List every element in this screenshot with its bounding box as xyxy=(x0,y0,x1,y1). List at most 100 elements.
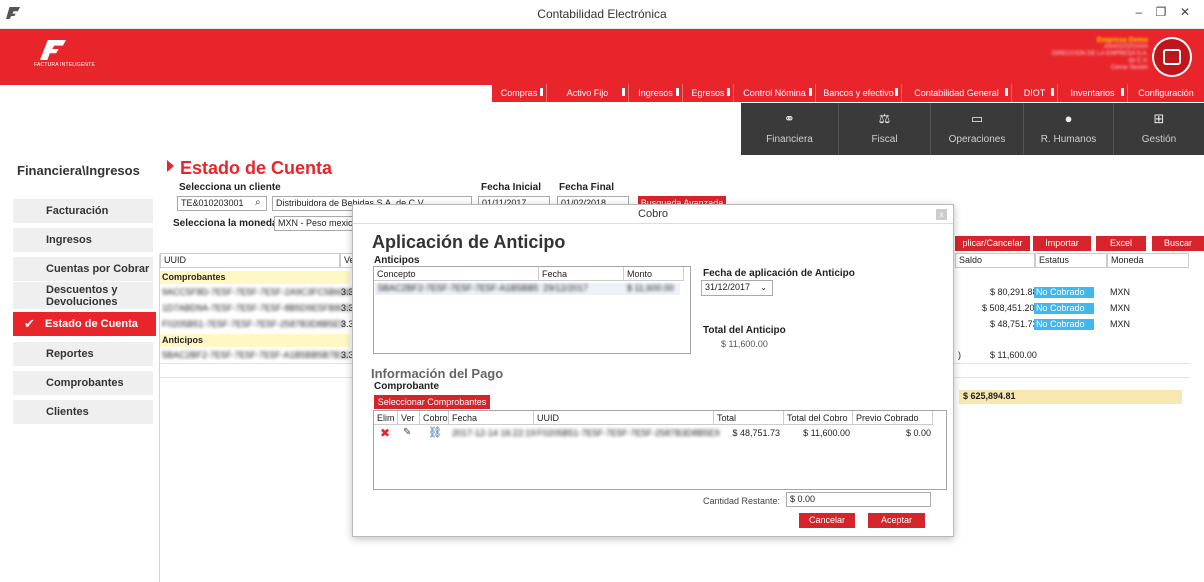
cantidad-restante-label: Cantidad Restante: xyxy=(703,496,781,506)
sidebar-item-label: Estado de Cuenta xyxy=(45,318,138,330)
module-gestion[interactable]: ⊞ Gestión xyxy=(1113,103,1204,155)
col-header-monto[interactable]: Monto xyxy=(624,267,684,281)
col-header-total-cobro[interactable]: Total del Cobro xyxy=(784,411,853,425)
grid-header-moneda[interactable]: Moneda xyxy=(1107,253,1189,268)
sidebar-item-ingresos[interactable]: Ingresos xyxy=(13,228,153,252)
client-rfc-input[interactable]: TE&010203001 xyxy=(177,196,267,211)
menu-diot[interactable]: DIOT xyxy=(1011,84,1057,102)
fecha-aplicacion-label: Fecha de aplicación de Anticipo xyxy=(703,268,855,279)
menu-bancos[interactable]: Bancos y efectivo xyxy=(815,84,901,102)
currency-select[interactable]: MXN - Peso mexicano xyxy=(274,216,364,231)
scale-icon: ⚖ xyxy=(878,111,891,126)
company-line: DIRECCION DE LA EMPRESA S.A. de C.V. xyxy=(1051,51,1148,64)
col-header-concepto[interactable]: Concepto xyxy=(374,267,539,281)
currency-label: Selecciona la moneda xyxy=(173,218,278,229)
module-financiera[interactable]: ⚭ Financiera xyxy=(741,103,838,155)
sidebar-item-facturacion[interactable]: Facturación xyxy=(13,199,153,223)
restore-button[interactable]: ❐ xyxy=(1152,5,1170,19)
sidebar-item-reportes[interactable]: Reportes xyxy=(13,342,153,366)
aplicar-cancelar-button[interactable]: plicar/Cancelar xyxy=(955,236,1030,251)
link-icon[interactable]: ⛓ xyxy=(428,426,442,439)
row-uuid: 1D7ABD9A-7E5F-7E5F-7E5F-8B5D9E5FB8C5 xyxy=(162,303,352,313)
monitor-icon xyxy=(1163,49,1181,65)
pin-icon xyxy=(622,88,625,96)
client-label: Selecciona un cliente xyxy=(179,182,281,193)
grid-header-uuid[interactable]: UUID xyxy=(160,253,340,268)
grid-header-estatus[interactable]: Estatus xyxy=(1035,253,1107,268)
info-pago-heading: Información del Pago xyxy=(371,366,504,381)
anticipo-concepto: 5BAC2BF2-7E5F-7E5F-7E5F-A1B5BB5B7B12 xyxy=(378,283,538,293)
cancelar-button[interactable]: Cancelar xyxy=(799,513,855,528)
logout-link[interactable]: Cerrar Sesión xyxy=(1048,65,1148,72)
user-avatar-button[interactable] xyxy=(1152,37,1192,77)
col-header-total[interactable]: Total xyxy=(714,411,784,425)
menu-label: Control Nómina xyxy=(743,88,806,98)
sidebar-item-descuentos[interactable]: Descuentos y Devoluciones xyxy=(13,282,153,309)
row-saldo: $ 508,451.20 xyxy=(982,303,1035,313)
grid-header-saldo[interactable]: Saldo xyxy=(955,253,1035,268)
table-row[interactable]: 5BAC2BF2-7E5F-7E5F-7E5F-A1B5BB5B7B12 29/… xyxy=(375,283,680,295)
row-saldo: $ 48,751.73 xyxy=(990,319,1038,329)
sidebar-item-label: Ingresos xyxy=(46,234,92,246)
row-prefix: ) xyxy=(958,350,961,360)
excel-button[interactable]: Excel xyxy=(1096,236,1146,251)
importar-button[interactable]: Importar xyxy=(1033,236,1091,251)
dialog-title: Cobro xyxy=(353,205,953,224)
fecha-aplicacion-select[interactable]: 31/12/2017 ⌄ xyxy=(701,280,773,296)
grid-total-row: $ 625,894.81 xyxy=(959,390,1182,404)
sidebar-item-comprobantes[interactable]: Comprobantes xyxy=(13,371,153,395)
menu-label: Contabilidad General xyxy=(914,88,999,98)
row-moneda: MXN xyxy=(1110,319,1130,329)
sidebar-item-estado-de-cuenta[interactable]: ✔ Estado de Cuenta xyxy=(13,312,156,336)
module-operaciones[interactable]: ▭ Operaciones xyxy=(930,103,1023,155)
minimize-button[interactable]: – xyxy=(1130,5,1148,19)
pin-icon xyxy=(540,88,543,96)
page-title-text: Estado de Cuenta xyxy=(180,158,333,178)
search-icon[interactable]: ⌕ xyxy=(255,197,261,208)
anticipos-table: Concepto Fecha Monto 5BAC2BF2-7E5F-7E5F-… xyxy=(373,266,691,354)
cantidad-restante-input[interactable]: $ 0.00 xyxy=(786,492,931,507)
buscar-button[interactable]: Buscar xyxy=(1152,236,1204,251)
anticipo-fecha: 29/12/2017 xyxy=(543,283,589,293)
window-title-bar: Contabilidad Electrónica – ❐ ✕ xyxy=(0,0,1204,29)
pin-icon xyxy=(809,88,812,96)
menu-configuracion[interactable]: Configuración xyxy=(1127,84,1204,102)
menu-compras[interactable]: Compras xyxy=(492,84,546,102)
coins-icon: ⚭ xyxy=(784,111,795,126)
delete-icon[interactable]: ✖ xyxy=(380,426,390,440)
menu-activo-fijo[interactable]: Activo Fijo xyxy=(546,84,628,102)
col-header-cobro[interactable]: Cobro xyxy=(420,411,449,425)
anticipo-monto: $ 11,600.00 xyxy=(627,283,674,293)
col-header-previo-cobrado[interactable]: Previo Cobrado xyxy=(853,411,933,425)
sidebar-item-clientes[interactable]: Clientes xyxy=(13,400,153,424)
table-row: ✖ ✎ ⛓ 2017-12-14 16:22:19 F0205B51-7E5F-… xyxy=(374,426,944,441)
menu-ingresos[interactable]: Ingresos xyxy=(628,84,682,102)
pago-total: $ 48,751.73 xyxy=(732,428,780,438)
menu-egresos[interactable]: Egresos xyxy=(682,84,733,102)
anticipos-label: Anticipos xyxy=(374,255,420,266)
close-window-button[interactable]: ✕ xyxy=(1176,5,1194,19)
breadcrumb: Financiera\Ingresos xyxy=(17,163,140,178)
menu-contabilidad-general[interactable]: Contabilidad General xyxy=(901,84,1011,102)
col-header-elim[interactable]: Elim xyxy=(374,411,398,425)
module-fiscal[interactable]: ⚖ Fiscal xyxy=(838,103,930,155)
module-r-humanos[interactable]: ● R. Humanos xyxy=(1023,103,1113,155)
col-header-uuid[interactable]: UUID xyxy=(534,411,714,425)
menu-inventarios[interactable]: Inventarios xyxy=(1057,84,1127,102)
brand-logo: FACTURA INTELIGENTE xyxy=(34,40,95,70)
comprobante-label: Comprobante xyxy=(374,381,439,392)
module-label: Financiera xyxy=(766,134,813,145)
total-anticipo-label: Total del Anticipo xyxy=(703,325,786,336)
col-header-fecha[interactable]: Fecha xyxy=(449,411,534,425)
view-document-icon[interactable]: ✎ xyxy=(403,427,411,438)
dialog-close-button[interactable]: x xyxy=(936,209,947,220)
col-header-fecha[interactable]: Fecha xyxy=(539,267,624,281)
aceptar-button[interactable]: Aceptar xyxy=(868,513,925,528)
seleccionar-comprobantes-button[interactable]: Seleccionar Comprobantes xyxy=(374,395,490,409)
pin-icon xyxy=(676,88,679,96)
sidebar-item-cuentas-por-cobrar[interactable]: Cuentas por Cobrar xyxy=(13,257,153,281)
menu-control-nomina[interactable]: Control Nómina xyxy=(733,84,815,102)
group-anticipos: Anticipos xyxy=(160,334,350,347)
col-header-ver[interactable]: Ver xyxy=(398,411,420,425)
module-label: Fiscal xyxy=(871,134,898,145)
